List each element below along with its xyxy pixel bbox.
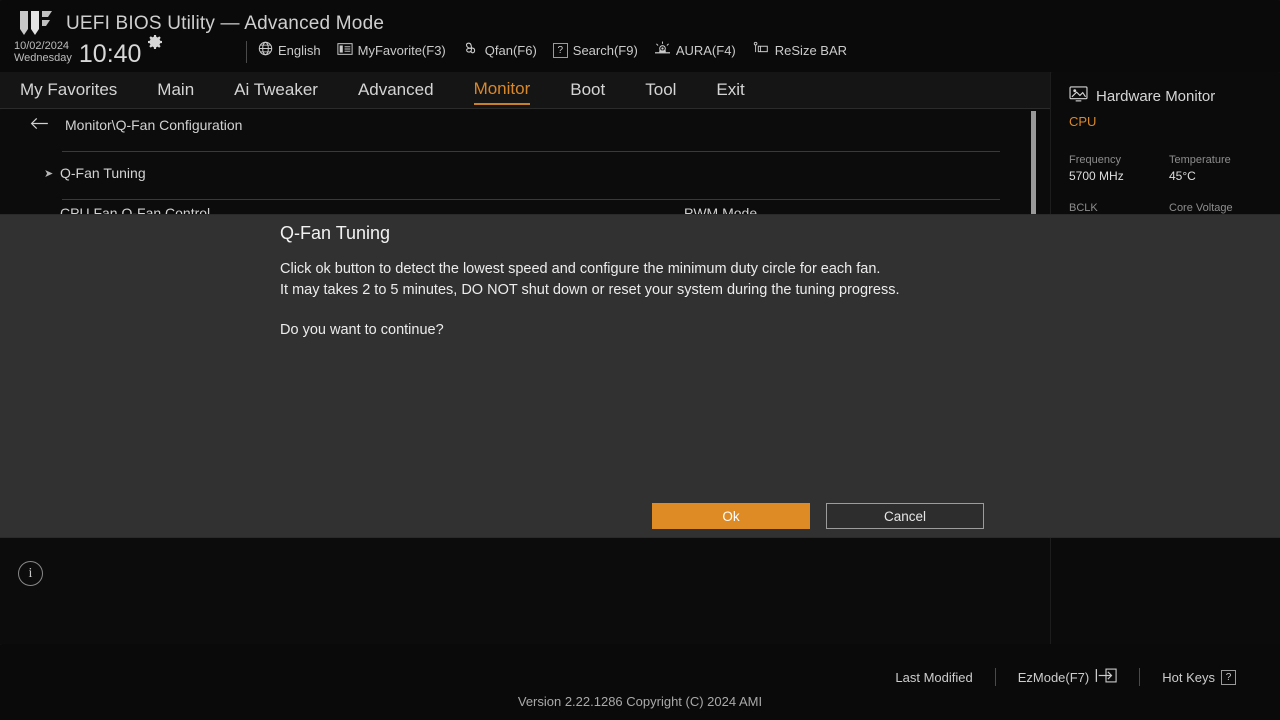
- resize-bar-button[interactable]: ReSize BAR: [752, 41, 847, 59]
- cancel-button[interactable]: Cancel: [826, 503, 984, 529]
- chevron-right-icon: ➤: [44, 167, 60, 180]
- q-fan-tuning-dialog: Q-Fan Tuning Click ok button to detect t…: [0, 215, 1280, 537]
- fan-icon: [462, 41, 480, 59]
- tab-tool[interactable]: Tool: [645, 77, 676, 104]
- footer-actions: Last Modified EzMode(F7) Hot Keys ?: [873, 668, 1258, 686]
- hardware-monitor-title: Hardware Monitor: [1069, 86, 1215, 106]
- hw-metric-temperature: Temperature 45°C: [1169, 152, 1269, 185]
- divider-mid: [62, 199, 1000, 200]
- last-modified-button[interactable]: Last Modified: [873, 670, 994, 685]
- question-key-icon: ?: [1221, 670, 1236, 685]
- dialog-title: Q-Fan Tuning: [280, 223, 390, 244]
- breadcrumb-text: Monitor\Q-Fan Configuration: [65, 117, 242, 133]
- tab-my-favorites[interactable]: My Favorites: [20, 77, 117, 104]
- gear-icon[interactable]: [147, 35, 163, 56]
- hw-metric-label: BCLK: [1069, 200, 1169, 216]
- tuf-gaming-logo: [14, 9, 58, 39]
- divider-top: [62, 151, 1000, 152]
- ezmode-label: EzMode(F7): [1018, 670, 1090, 685]
- page-title: UEFI BIOS Utility — Advanced Mode: [66, 13, 384, 35]
- header-bar: UEFI BIOS Utility — Advanced Mode 10/02/…: [0, 0, 1280, 72]
- hotkeys-button[interactable]: Hot Keys ?: [1140, 670, 1258, 685]
- language-button[interactable]: English: [258, 41, 321, 59]
- exit-arrow-icon: [1095, 668, 1117, 686]
- header-actions: English MyFavorite(F3): [258, 41, 847, 59]
- dialog-buttons: Ok Cancel: [652, 503, 984, 529]
- tab-ai-tweaker[interactable]: Ai Tweaker: [234, 77, 318, 104]
- datetime-display: 10/02/2024 Wednesday 10:40: [14, 39, 164, 64]
- bios-screen: UEFI BIOS Utility — Advanced Mode 10/02/…: [0, 0, 1280, 720]
- dialog-line-1: Click ok button to detect the lowest spe…: [280, 259, 1005, 280]
- breadcrumb: Monitor\Q-Fan Configuration: [30, 117, 242, 133]
- dialog-message: Click ok button to detect the lowest spe…: [280, 259, 1005, 341]
- row-label: Q-Fan Tuning: [60, 165, 146, 181]
- tab-boot[interactable]: Boot: [570, 77, 605, 104]
- monitor-display-icon: [1069, 86, 1088, 106]
- header-decoration: [0, 0, 1280, 72]
- myfavorite-button[interactable]: MyFavorite(F3): [337, 42, 446, 59]
- aura-label: AURA(F4): [676, 43, 736, 58]
- tab-exit[interactable]: Exit: [716, 77, 744, 104]
- back-arrow-icon[interactable]: [30, 117, 49, 133]
- row-q-fan-tuning[interactable]: ➤ Q-Fan Tuning: [44, 165, 1000, 181]
- dialog-spacer: [280, 302, 1005, 320]
- myfavorite-label: MyFavorite(F3): [358, 43, 446, 58]
- qfan-button[interactable]: Qfan(F6): [462, 41, 537, 59]
- last-modified-label: Last Modified: [895, 670, 972, 685]
- time-text: 10:40: [79, 42, 142, 67]
- language-label: English: [278, 43, 321, 58]
- aura-light-icon: [654, 41, 671, 59]
- hw-group-cpu: CPU: [1069, 114, 1096, 129]
- version-text: Version 2.22.1286 Copyright (C) 2024 AMI: [0, 694, 1280, 709]
- search-button[interactable]: ? Search(F9): [553, 43, 638, 58]
- hw-metric-label: Frequency: [1069, 152, 1169, 168]
- hardware-monitor-label: Hardware Monitor: [1096, 88, 1215, 105]
- search-label: Search(F9): [573, 43, 638, 58]
- hotkeys-label: Hot Keys: [1162, 670, 1215, 685]
- scrollbar-thumb[interactable]: [1031, 111, 1036, 229]
- question-key-icon: ?: [553, 43, 568, 58]
- favorites-icon: [337, 42, 353, 59]
- hw-metric-value: 45°C: [1169, 168, 1269, 185]
- hw-metric-core-voltage: Core Voltage: [1169, 200, 1269, 216]
- hw-row-frequency-temperature: Frequency 5700 MHz Temperature 45°C: [1069, 152, 1269, 185]
- hw-metric-bclk: BCLK: [1069, 200, 1169, 216]
- hw-metric-label: Core Voltage: [1169, 200, 1269, 216]
- tab-main[interactable]: Main: [157, 77, 194, 104]
- ok-button[interactable]: Ok: [652, 503, 810, 529]
- main-tab-bar: My Favorites Main Ai Tweaker Advanced Mo…: [0, 72, 1050, 109]
- hw-row-bclk-core-voltage: BCLK Core Voltage: [1069, 200, 1269, 216]
- info-icon[interactable]: i: [18, 561, 43, 586]
- date-text: 10/02/2024: [14, 40, 72, 52]
- hw-metric-value: 5700 MHz: [1069, 168, 1169, 185]
- tab-advanced[interactable]: Advanced: [358, 77, 434, 104]
- weekday-text: Wednesday: [14, 52, 72, 64]
- dialog-question: Do you want to continue?: [280, 320, 1005, 341]
- dialog-line-2: It may takes 2 to 5 minutes, DO NOT shut…: [280, 280, 1005, 301]
- globe-icon: [258, 41, 273, 59]
- qfan-label: Qfan(F6): [485, 43, 537, 58]
- aura-button[interactable]: AURA(F4): [654, 41, 736, 59]
- hw-metric-label: Temperature: [1169, 152, 1269, 168]
- resize-bar-label: ReSize BAR: [775, 43, 847, 58]
- ezmode-button[interactable]: EzMode(F7): [996, 668, 1140, 686]
- hw-metric-frequency: Frequency 5700 MHz: [1069, 152, 1169, 185]
- resize-bar-icon: [752, 41, 770, 59]
- header-divider: [246, 41, 247, 63]
- tab-monitor[interactable]: Monitor: [474, 76, 531, 105]
